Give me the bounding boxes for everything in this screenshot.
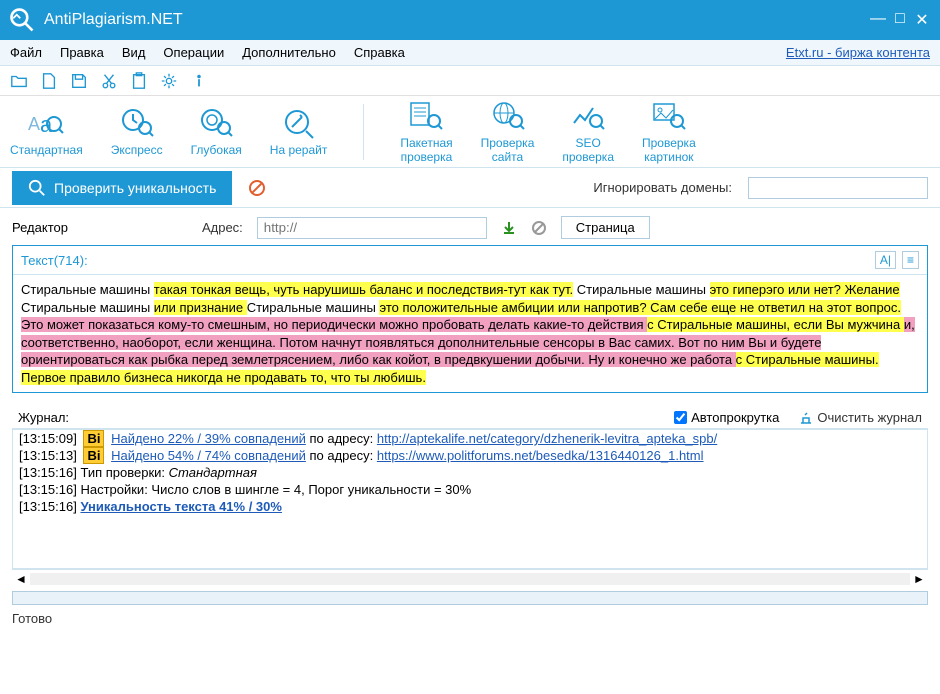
check-button-label: Проверить уникальность: [54, 180, 216, 196]
log-line: [13:15:16] Настройки: Число слов в шингл…: [13, 481, 927, 498]
editor-label: Редактор: [12, 220, 68, 235]
autoscroll-checkbox[interactable]: Автопрокрутка: [674, 410, 779, 425]
stop-icon[interactable]: [248, 179, 266, 197]
settings-icon[interactable]: [160, 72, 178, 90]
new-file-icon[interactable]: [40, 72, 58, 90]
page-tab[interactable]: Страница: [561, 216, 650, 239]
action-row: Проверить уникальность Игнорировать доме…: [0, 168, 940, 208]
ribbon: Aa Стандартная Экспресс Глубокая На рера…: [0, 96, 940, 168]
menubar: Файл Правка Вид Операции Дополнительно С…: [0, 40, 940, 66]
scroll-left-icon[interactable]: ◄: [12, 572, 30, 586]
mode-standard[interactable]: Aa Стандартная: [10, 106, 83, 157]
check-uniqueness-button[interactable]: Проверить уникальность: [12, 171, 232, 205]
batch-check-label: Пакетная проверка: [400, 137, 452, 163]
info-icon[interactable]: [190, 72, 208, 90]
seo-check-label: SEO проверка: [562, 137, 614, 163]
paste-icon[interactable]: [130, 72, 148, 90]
text-tool-paragraph[interactable]: ≡: [902, 251, 919, 269]
clear-log-button[interactable]: Очистить журнал: [799, 410, 922, 425]
log-body[interactable]: [13:15:09] Bi Найдено 22% / 39% совпаден…: [12, 429, 928, 569]
maximize-button[interactable]: □: [890, 10, 910, 30]
mode-express[interactable]: Экспресс: [111, 106, 163, 157]
ignore-domains-label: Игнорировать домены:: [593, 180, 732, 195]
titlebar: AntiPlagiarism.NET — □ ✕: [0, 0, 940, 40]
scroll-right-icon[interactable]: ►: [910, 572, 928, 586]
cut-icon[interactable]: [100, 72, 118, 90]
text-content[interactable]: Стиральные машины такая тонкая вещь, чут…: [13, 275, 927, 392]
address-label: Адрес:: [202, 220, 243, 235]
progress-bar: [12, 591, 928, 605]
log-line: [13:15:16] Уникальность текста 41% / 30%: [13, 498, 927, 515]
clear-log-label: Очистить журнал: [817, 410, 922, 425]
cancel-icon[interactable]: [531, 220, 547, 236]
seo-check[interactable]: SEO проверка: [562, 99, 614, 163]
mode-deep-label: Глубокая: [191, 144, 242, 157]
close-button[interactable]: ✕: [912, 10, 932, 30]
svg-text:A: A: [28, 114, 40, 134]
text-box: Текст(714): A| ≡ Стиральные машины такая…: [12, 245, 928, 393]
mode-deep[interactable]: Глубокая: [191, 106, 242, 157]
log-line: [13:15:13] Bi Найдено 54% / 74% совпаден…: [13, 447, 927, 464]
image-check[interactable]: Проверка картинок: [642, 99, 696, 163]
horizontal-scrollbar[interactable]: ◄ ►: [12, 569, 928, 587]
text-label: Текст(714):: [21, 253, 88, 268]
toolbar-small: [0, 66, 940, 96]
download-icon[interactable]: [501, 220, 517, 236]
save-icon[interactable]: [70, 72, 88, 90]
mode-rewrite-label: На рерайт: [270, 144, 328, 157]
editor-area: Редактор Адрес: Страница Текст(714): A| …: [0, 208, 940, 401]
batch-check[interactable]: Пакетная проверка: [400, 99, 452, 163]
site-check[interactable]: Проверка сайта: [481, 99, 535, 163]
autoscroll-label: Автопрокрутка: [691, 410, 779, 425]
site-check-label: Проверка сайта: [481, 137, 535, 163]
status-label: Готово: [0, 609, 940, 628]
ignore-domains-input[interactable]: [748, 177, 928, 199]
mode-rewrite[interactable]: На рерайт: [270, 106, 328, 157]
mode-standard-label: Стандартная: [10, 144, 83, 157]
text-tool-font[interactable]: A|: [875, 251, 896, 269]
menu-extra[interactable]: Дополнительно: [242, 45, 336, 60]
etxt-link[interactable]: Etxt.ru - биржа контента: [786, 45, 930, 60]
mode-express-label: Экспресс: [111, 144, 163, 157]
broom-icon: [799, 411, 813, 425]
autoscroll-input[interactable]: [674, 411, 687, 424]
log-line: [13:15:16] Тип проверки: Стандартная: [13, 464, 927, 481]
image-check-label: Проверка картинок: [642, 137, 696, 163]
ribbon-separator: [363, 104, 364, 160]
window-controls: — □ ✕: [868, 10, 932, 30]
menu-edit[interactable]: Правка: [60, 45, 104, 60]
scroll-track[interactable]: [30, 573, 910, 585]
search-icon: [28, 179, 46, 197]
address-input[interactable]: [257, 217, 487, 239]
open-icon[interactable]: [10, 72, 28, 90]
log-panel: Журнал: Автопрокрутка Очистить журнал [1…: [12, 407, 928, 587]
log-line: [13:15:09] Bi Найдено 22% / 39% совпаден…: [13, 430, 927, 447]
log-label: Журнал:: [18, 410, 69, 425]
minimize-button[interactable]: —: [868, 10, 888, 30]
menu-operations[interactable]: Операции: [163, 45, 224, 60]
app-logo-icon: [8, 6, 36, 34]
menu-help[interactable]: Справка: [354, 45, 405, 60]
app-title: AntiPlagiarism.NET: [44, 11, 868, 29]
menu-view[interactable]: Вид: [122, 45, 146, 60]
menu-file[interactable]: Файл: [10, 45, 42, 60]
